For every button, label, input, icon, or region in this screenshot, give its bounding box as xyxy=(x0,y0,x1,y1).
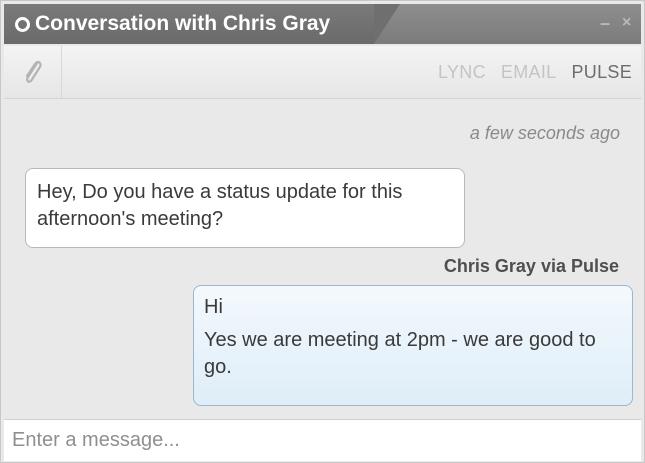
channel-pulse[interactable]: PULSE xyxy=(571,62,632,82)
channel-lync[interactable]: LYNC xyxy=(438,62,486,82)
attach-button[interactable] xyxy=(4,46,62,98)
window-title: Conversation with Chris Gray xyxy=(35,12,331,35)
chat-window: Conversation with Chris Gray – × LYNC EM… xyxy=(0,0,645,463)
message-input[interactable] xyxy=(4,420,641,461)
minimize-button[interactable]: – xyxy=(600,4,610,44)
outgoing-message-text: Hi xyxy=(204,296,223,318)
message-timestamp: a few seconds ago xyxy=(469,123,620,143)
title-bar[interactable]: Conversation with Chris Gray – × xyxy=(4,4,641,44)
conversation-tab[interactable]: Conversation with Chris Gray xyxy=(4,4,400,44)
sender-label: Chris Gray via Pulse xyxy=(443,256,619,276)
channel-email[interactable]: EMAIL xyxy=(501,62,557,82)
outgoing-message-bubble: Hi Yes we are meeting at 2pm - we are go… xyxy=(193,285,633,406)
incoming-message-bubble: Hey, Do you have a status update for thi… xyxy=(25,168,465,248)
incoming-message-text: Hey, Do you have a status update for thi… xyxy=(37,181,403,230)
channel-switcher: LYNC EMAIL PULSE xyxy=(428,46,632,98)
toolbar: LYNC EMAIL PULSE xyxy=(4,46,641,99)
message-composer xyxy=(4,419,641,461)
outgoing-message-text: Yes we are meeting at 2pm - we are good … xyxy=(204,329,596,378)
close-button[interactable]: × xyxy=(622,4,631,44)
paperclip-icon xyxy=(25,61,42,83)
presence-status-icon xyxy=(15,17,30,32)
